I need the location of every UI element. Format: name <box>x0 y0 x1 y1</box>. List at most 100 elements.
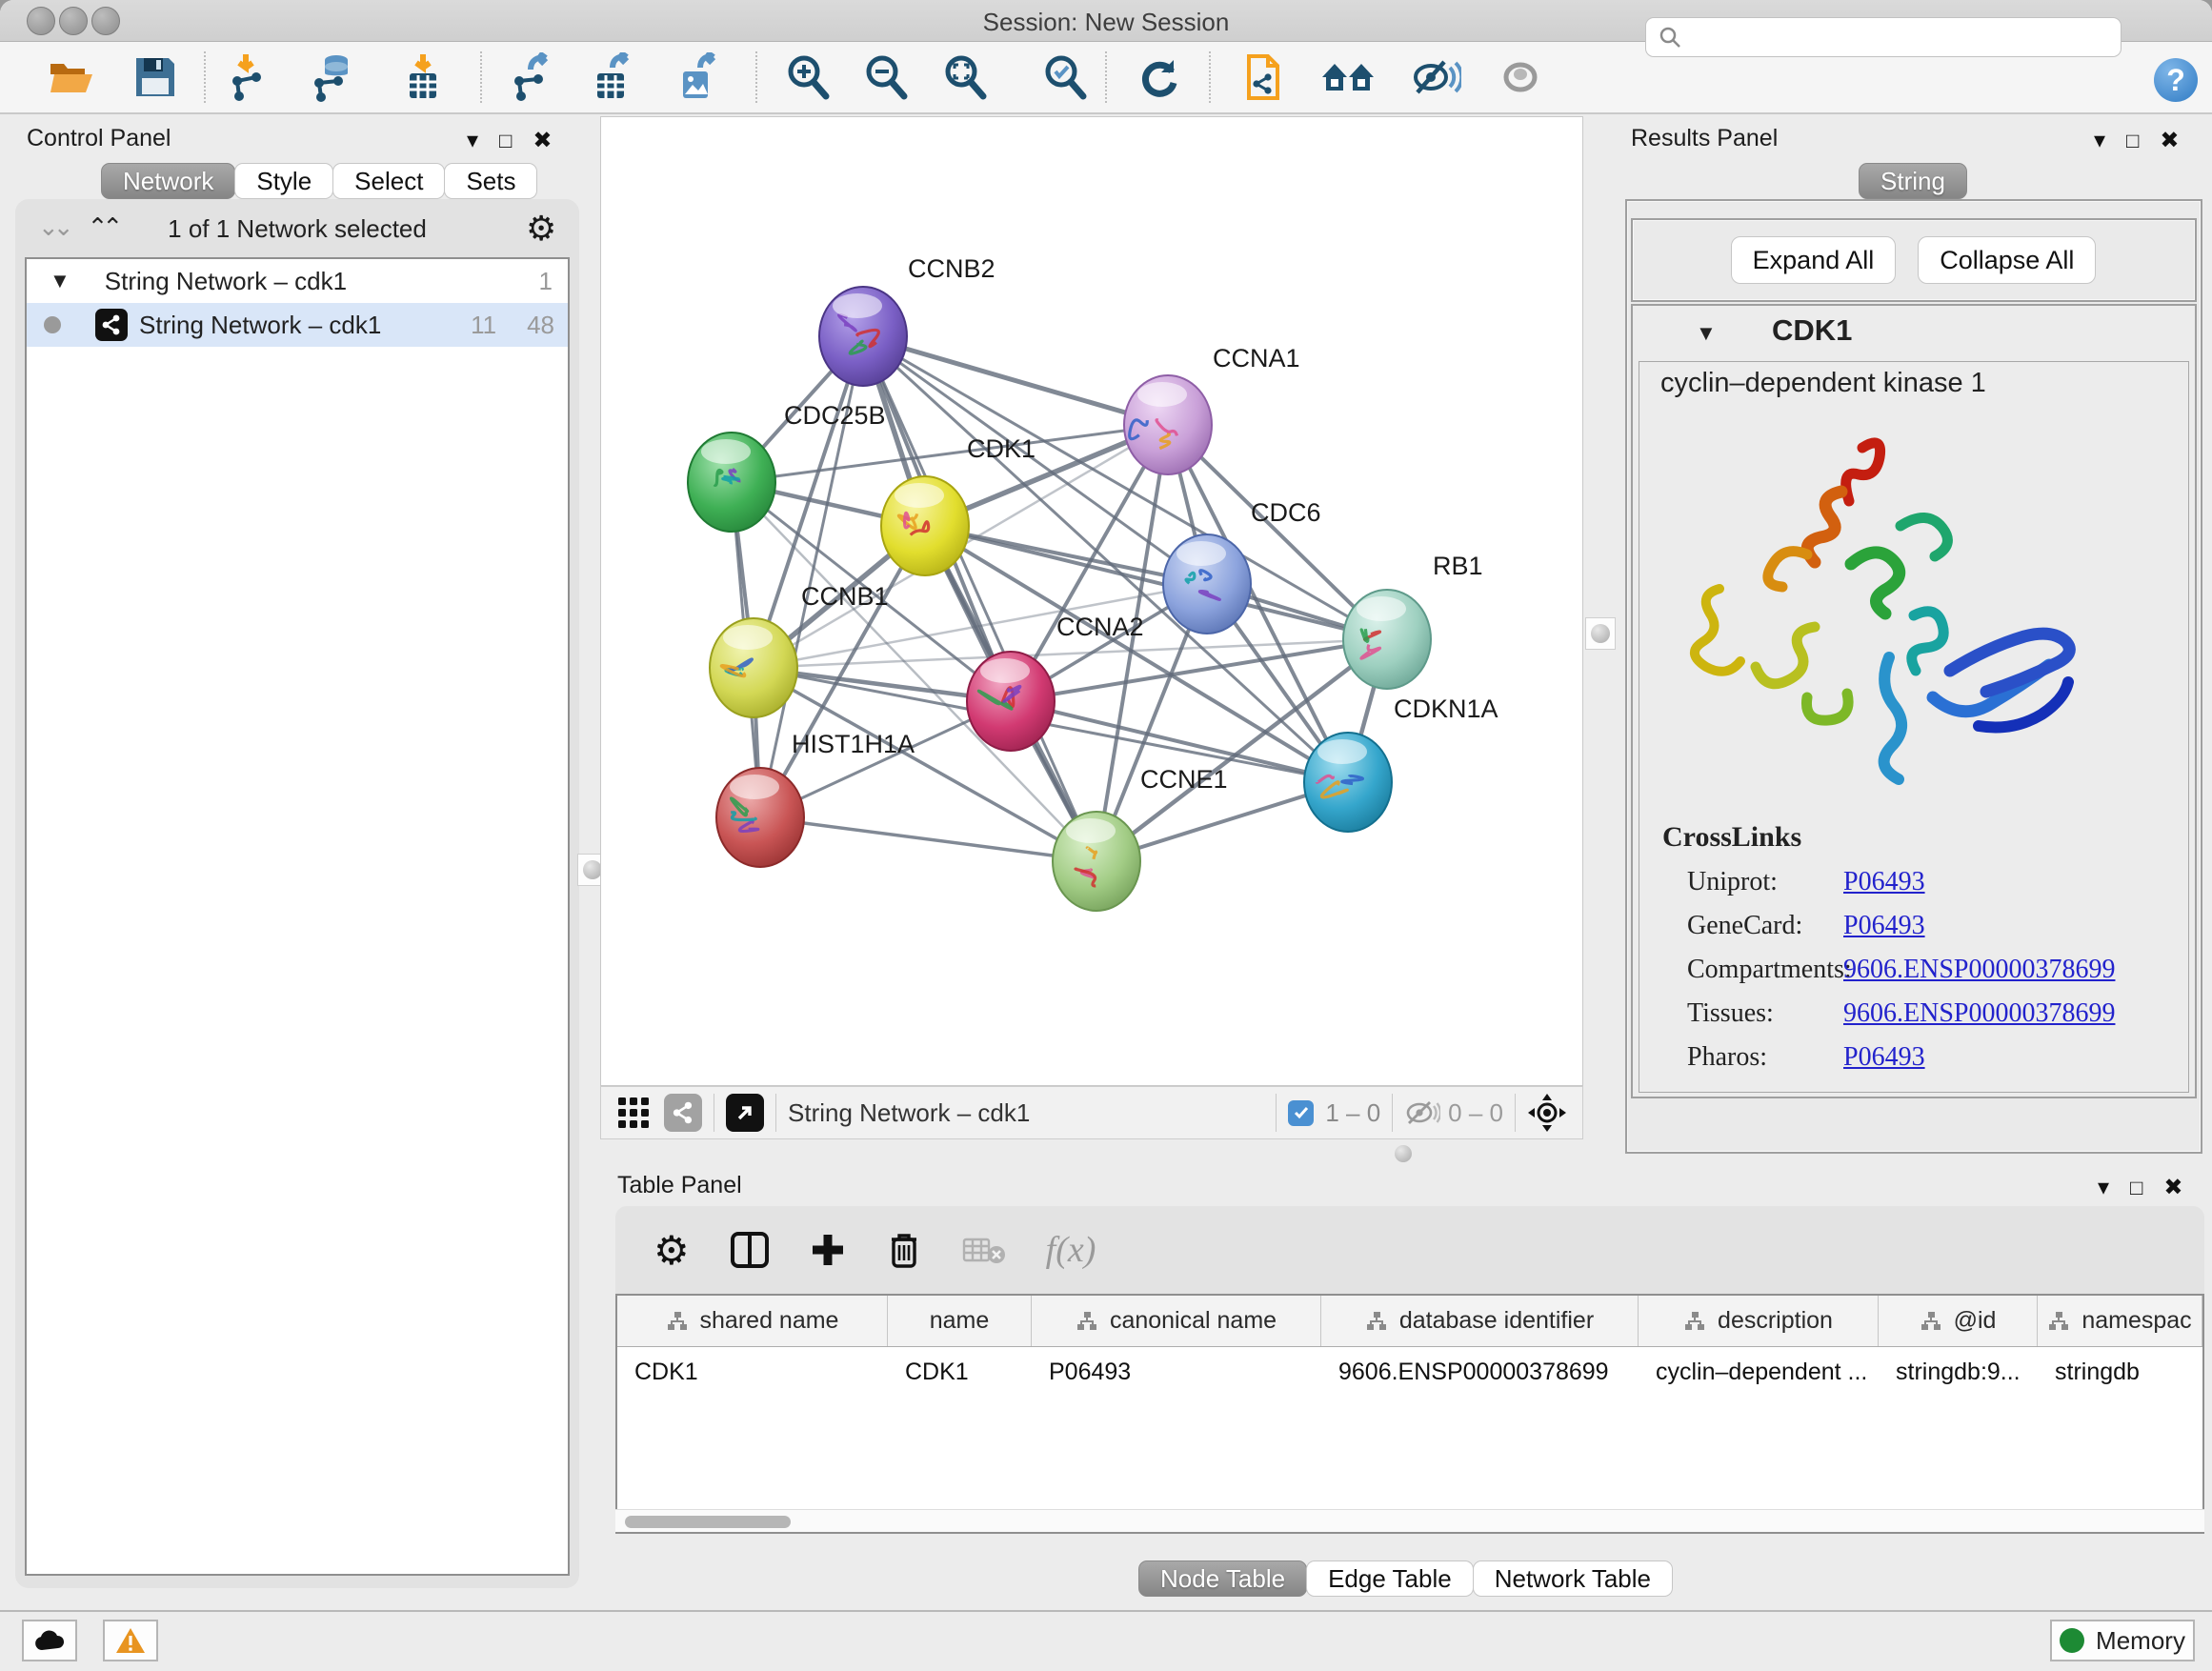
cell-namespac[interactable]: stringdb <box>2038 1347 2202 1397</box>
cloud-status-button[interactable] <box>22 1620 77 1661</box>
panel-maximize-icon[interactable]: □ <box>2126 129 2139 153</box>
hidden-eye-icon[interactable] <box>1404 1098 1440 1127</box>
tab-string[interactable]: String <box>1859 163 1967 199</box>
tree-expander-icon[interactable]: ▼ <box>50 269 70 293</box>
gene-expander-icon[interactable]: ▼ <box>1696 321 1717 346</box>
cell-database-identifier[interactable]: 9606.ENSP00000378699 <box>1321 1347 1639 1397</box>
table-toolbar: ⚙ f(x) <box>615 1206 2204 1294</box>
network-canvas[interactable]: CCNB2CCNA1CDC25BCDK1CDC6RB1CCNB1CCNA2CDK… <box>600 116 1583 1086</box>
column-header-namespac[interactable]: namespac <box>2038 1296 2202 1346</box>
column-header-name[interactable]: name <box>888 1296 1032 1346</box>
table-settings-gear-icon[interactable]: ⚙ <box>654 1227 690 1274</box>
export-table-button[interactable] <box>584 48 637 107</box>
control-panel-window-buttons: ▾ □ ✖ <box>467 127 552 154</box>
search-input[interactable] <box>1692 23 2109 51</box>
open-session-button[interactable] <box>45 48 98 107</box>
refresh-button[interactable] <box>1132 48 1185 107</box>
delete-column-trash-icon[interactable] <box>886 1230 922 1270</box>
network-node-CCNE1[interactable]: CCNE1 <box>1053 765 1228 911</box>
cell-name[interactable]: CDK1 <box>888 1347 1032 1397</box>
toolbar-separator <box>1105 51 1107 103</box>
panel-close-icon[interactable]: ✖ <box>533 127 552 154</box>
network-node-CCNB1[interactable]: CCNB1 <box>710 582 889 717</box>
crosslink-value-link[interactable]: 9606.ENSP00000378699 <box>1843 998 2115 1029</box>
crosslinks-section: CrossLinks Uniprot: P06493GeneCard: P064… <box>1662 821 2177 1073</box>
tab-select[interactable]: Select <box>332 163 445 199</box>
table-row[interactable]: CDK1CDK1P064939606.ENSP00000378699cyclin… <box>617 1347 2202 1397</box>
crosslink-value-link[interactable]: P06493 <box>1843 867 1925 897</box>
network-options-gear-icon[interactable]: ⚙ <box>526 209 556 249</box>
crosslink-value-link[interactable]: P06493 <box>1843 1042 1925 1073</box>
tab-network[interactable]: Network <box>101 163 235 199</box>
column-header-canonical-name[interactable]: canonical name <box>1032 1296 1321 1346</box>
panel-maximize-icon[interactable]: □ <box>2130 1176 2142 1200</box>
collapse-all-button[interactable]: Collapse All <box>1918 236 2096 284</box>
network-collection-row[interactable]: ▼ String Network – cdk1 1 <box>27 259 568 303</box>
panel-float-icon[interactable]: ▾ <box>2094 127 2105 154</box>
import-table-from-file-button[interactable] <box>396 48 450 107</box>
warning-status-button[interactable] <box>103 1620 158 1661</box>
gene-name: CDK1 <box>1772 313 1852 348</box>
export-table-icon <box>586 52 635 102</box>
network-from-file-button[interactable] <box>1237 48 1291 107</box>
horizontal-splitter-grip[interactable] <box>1395 1145 1412 1162</box>
home-neighbors-button[interactable] <box>1321 48 1375 107</box>
import-network-from-file-button[interactable] <box>223 48 276 107</box>
pan-crosshair-icon[interactable] <box>1527 1093 1567 1133</box>
crosslink-value-link[interactable]: 9606.ENSP00000378699 <box>1843 955 2115 985</box>
zoom-fit-button[interactable] <box>938 48 992 107</box>
add-column-icon[interactable] <box>810 1232 846 1268</box>
expand-all-button[interactable]: Expand All <box>1731 236 1897 284</box>
column-header-@id[interactable]: @id <box>1879 1296 2038 1346</box>
edge-HIST1H1A-CCNE1 <box>760 817 1096 861</box>
zoom-selected-button[interactable] <box>1038 48 1092 107</box>
crosslink-value-link[interactable]: P06493 <box>1843 911 1925 941</box>
export-network-button[interactable] <box>506 48 559 107</box>
toolbar-separator <box>204 51 206 103</box>
hide-unhide-button[interactable] <box>1408 48 1461 107</box>
memory-button[interactable]: Memory <box>2050 1620 2195 1661</box>
help-button[interactable]: ? <box>2154 58 2198 102</box>
tab-style[interactable]: Style <box>234 163 333 199</box>
cell-canonical-name[interactable]: P06493 <box>1032 1347 1321 1397</box>
network-node-HIST1H1A[interactable]: HIST1H1A <box>716 730 915 867</box>
import-network-from-database-button[interactable] <box>306 48 359 107</box>
column-header-description[interactable]: description <box>1639 1296 1879 1346</box>
panel-close-icon[interactable]: ✖ <box>2163 1174 2182 1201</box>
panel-float-icon[interactable]: ▾ <box>467 127 478 154</box>
network-node-RB1[interactable]: RB1 <box>1343 552 1483 689</box>
search-field[interactable] <box>1645 17 2122 57</box>
table-hscrollbar[interactable] <box>615 1509 2204 1532</box>
zoom-in-button[interactable] <box>781 48 835 107</box>
network-share-icon[interactable] <box>664 1094 702 1132</box>
houses-icon <box>1320 52 1376 102</box>
column-header-database-identifier[interactable]: database identifier <box>1321 1296 1639 1346</box>
table-hscrollbar-thumb[interactable] <box>625 1516 791 1528</box>
folder-open-icon <box>47 52 96 102</box>
zoom-out-icon <box>861 52 911 102</box>
panel-float-icon[interactable]: ▾ <box>2098 1174 2109 1201</box>
network-node-CCNA1[interactable]: CCNA1 <box>1124 344 1300 474</box>
selected-checkbox-icon[interactable] <box>1288 1100 1314 1126</box>
tab-edge-table[interactable]: Edge Table <box>1306 1560 1474 1597</box>
network-node-CDKN1A[interactable]: CDKN1A <box>1304 695 1498 832</box>
crosslink-label: Compartments: <box>1662 955 1843 985</box>
grid-view-icon[interactable] <box>616 1096 651 1130</box>
cell-description[interactable]: cyclin–dependent ... <box>1639 1347 1879 1397</box>
show-columns-icon[interactable] <box>730 1230 770 1270</box>
node-table: shared namenamecanonical namedatabase id… <box>615 1294 2204 1534</box>
right-splitter-grip[interactable] <box>1585 617 1616 650</box>
panel-maximize-icon[interactable]: □ <box>499 129 512 153</box>
panel-close-icon[interactable]: ✖ <box>2160 127 2179 154</box>
save-session-button[interactable] <box>129 48 182 107</box>
tab-network-table[interactable]: Network Table <box>1473 1560 1673 1597</box>
cell-shared-name[interactable]: CDK1 <box>617 1347 888 1397</box>
zoom-out-button[interactable] <box>859 48 913 107</box>
cell-@id[interactable]: stringdb:9... <box>1879 1347 2038 1397</box>
open-in-new-window-icon[interactable] <box>726 1094 764 1132</box>
column-header-shared-name[interactable]: shared name <box>617 1296 888 1346</box>
export-image-button[interactable] <box>670 48 723 107</box>
network-row-selected[interactable]: String Network – cdk1 11 48 <box>27 303 568 347</box>
tab-node-table[interactable]: Node Table <box>1138 1560 1307 1597</box>
tab-sets[interactable]: Sets <box>444 163 537 199</box>
